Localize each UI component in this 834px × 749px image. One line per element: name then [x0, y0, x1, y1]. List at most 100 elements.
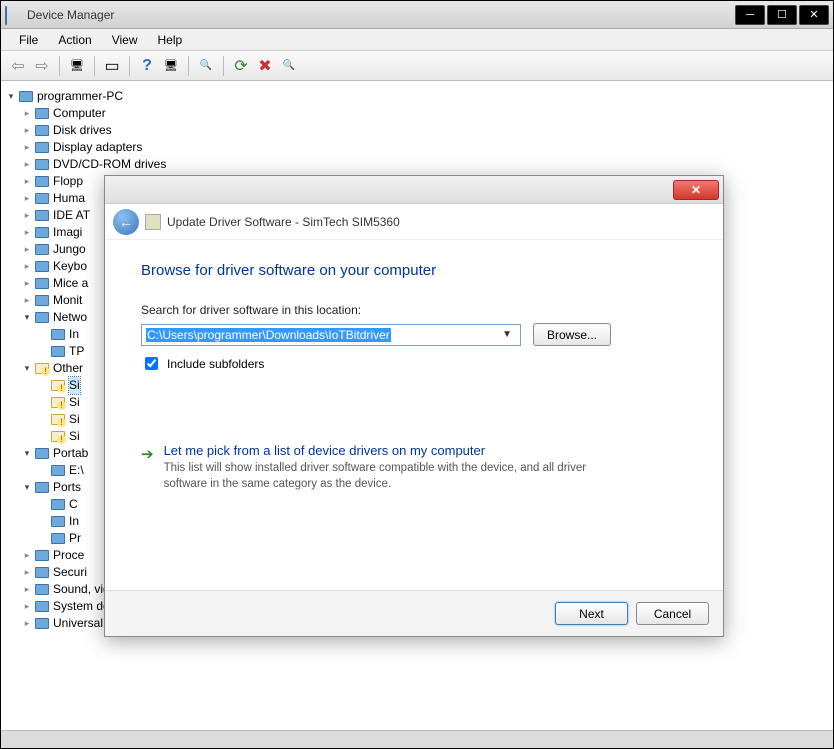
device-warning-icon: [50, 412, 66, 428]
next-button[interactable]: Next: [555, 602, 628, 625]
expand-arrow-icon[interactable]: [21, 275, 33, 292]
close-button[interactable]: ✕: [799, 5, 829, 25]
device-icon: [50, 514, 66, 530]
nav-forward-button[interactable]: [31, 55, 53, 77]
separator: [59, 56, 60, 76]
tree-node-label: Portab: [53, 445, 88, 462]
pick-option-title[interactable]: Let me pick from a list of device driver…: [164, 443, 604, 458]
menu-file[interactable]: File: [9, 31, 48, 49]
device-icon: [34, 242, 50, 258]
tree-node-label: Other: [53, 360, 83, 377]
expand-arrow-icon[interactable]: [21, 615, 33, 632]
properties-button[interactable]: [101, 55, 123, 77]
expand-arrow-icon[interactable]: [21, 173, 33, 190]
scan-hardware-button[interactable]: [195, 55, 217, 77]
tree-node-label: Si: [69, 411, 80, 428]
tree-node-label: Si: [69, 394, 80, 411]
tree-node-label: TP: [69, 343, 84, 360]
dialog-footer: Next Cancel: [105, 590, 723, 636]
action-button-1[interactable]: [160, 55, 182, 77]
tree-node[interactable]: Disk drives: [5, 122, 829, 139]
device-icon: [34, 191, 50, 207]
app-icon: [5, 7, 21, 23]
expand-arrow-icon[interactable]: [21, 581, 33, 598]
tree-node-label: C: [69, 496, 78, 513]
dialog-heading: Browse for driver software on your compu…: [141, 262, 687, 279]
expand-arrow-icon[interactable]: [21, 190, 33, 207]
tree-node-label: Proce: [53, 547, 84, 564]
include-subfolders-label: Include subfolders: [167, 357, 264, 371]
device-icon: [50, 327, 66, 343]
minimize-button[interactable]: ─: [735, 5, 765, 25]
tree-node[interactable]: Display adapters: [5, 139, 829, 156]
tree-node-label: E:\: [69, 462, 84, 479]
browse-button[interactable]: Browse...: [533, 323, 611, 346]
device-warning-icon: [50, 429, 66, 445]
expand-arrow-icon[interactable]: [21, 156, 33, 173]
dialog-header-text: Update Driver Software - SimTech SIM5360: [167, 215, 400, 229]
expand-arrow-icon[interactable]: [21, 360, 33, 377]
show-hide-console-button[interactable]: [66, 55, 88, 77]
tree-node-label: Monit: [53, 292, 82, 309]
separator: [188, 56, 189, 76]
device-icon: [34, 446, 50, 462]
update-driver-dialog: ✕ ← Update Driver Software - SimTech SIM…: [104, 175, 724, 637]
tree-node[interactable]: Computer: [5, 105, 829, 122]
expand-arrow-icon[interactable]: [21, 105, 33, 122]
tree-node[interactable]: DVD/CD-ROM drives: [5, 156, 829, 173]
expand-arrow-icon[interactable]: [21, 292, 33, 309]
path-combobox[interactable]: C:\Users\programmer\Downloads\IoTBitdriv…: [141, 324, 521, 346]
expand-arrow-icon[interactable]: [21, 479, 33, 496]
menu-action[interactable]: Action: [48, 31, 101, 49]
expand-arrow-icon[interactable]: [21, 139, 33, 156]
device-icon: [18, 89, 34, 105]
tree-node-label: In: [69, 513, 79, 530]
tree-node-label: Computer: [53, 105, 106, 122]
menu-view[interactable]: View: [102, 31, 148, 49]
include-subfolders-checkbox[interactable]: [145, 357, 158, 370]
nav-back-button[interactable]: [7, 55, 29, 77]
include-subfolders-row[interactable]: Include subfolders: [141, 354, 687, 373]
expand-arrow-icon[interactable]: [5, 88, 17, 105]
uninstall-button[interactable]: [254, 55, 276, 77]
tree-node-label: Securi: [53, 564, 87, 581]
menu-help[interactable]: Help: [148, 31, 193, 49]
scan-changes-button[interactable]: [278, 55, 300, 77]
expand-arrow-icon[interactable]: [21, 564, 33, 581]
dialog-close-button[interactable]: ✕: [673, 180, 719, 200]
dialog-back-button[interactable]: ←: [113, 209, 139, 235]
tree-node-label: programmer-PC: [37, 88, 123, 105]
device-icon: [34, 140, 50, 156]
pick-option[interactable]: ➔ Let me pick from a list of device driv…: [141, 443, 687, 492]
expand-arrow-icon[interactable]: [21, 224, 33, 241]
device-icon: [145, 214, 161, 230]
update-driver-button[interactable]: [230, 55, 252, 77]
expand-arrow-icon[interactable]: [21, 122, 33, 139]
device-icon: [34, 123, 50, 139]
device-icon: [34, 616, 50, 632]
expand-arrow-icon[interactable]: [21, 445, 33, 462]
maximize-button[interactable]: ☐: [767, 5, 797, 25]
separator: [223, 56, 224, 76]
tree-node[interactable]: programmer-PC: [5, 88, 829, 105]
tree-node-label: Huma: [53, 190, 85, 207]
expand-arrow-icon[interactable]: [21, 241, 33, 258]
expand-arrow-icon[interactable]: [21, 598, 33, 615]
device-icon: [34, 259, 50, 275]
tree-node-label: Si: [69, 428, 80, 445]
tree-node-label: In: [69, 326, 79, 343]
cancel-button[interactable]: Cancel: [636, 602, 709, 625]
titlebar: Device Manager ─ ☐ ✕: [1, 1, 833, 29]
expand-arrow-icon[interactable]: [21, 547, 33, 564]
tree-node-label: Imagi: [53, 224, 82, 241]
expand-arrow-icon[interactable]: [21, 207, 33, 224]
device-warning-icon: [34, 361, 50, 377]
device-icon: [34, 225, 50, 241]
tree-node-label: Keybo: [53, 258, 87, 275]
expand-arrow-icon[interactable]: [21, 309, 33, 326]
expand-arrow-icon[interactable]: [21, 258, 33, 275]
device-icon: [34, 208, 50, 224]
help-button[interactable]: [136, 55, 158, 77]
statusbar: [1, 730, 833, 748]
tree-node-label: Ports: [53, 479, 81, 496]
